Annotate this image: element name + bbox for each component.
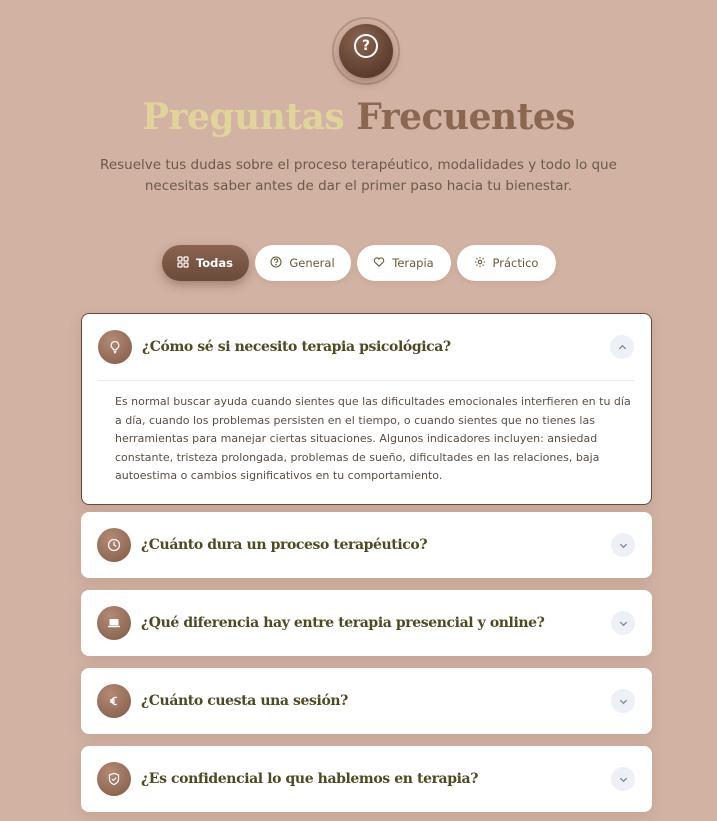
category-filters: Todas General Terapia Práctico <box>0 245 717 281</box>
laptop-icon <box>97 606 131 640</box>
filter-label: General <box>289 256 335 270</box>
chevron-down-icon[interactable] <box>611 767 635 791</box>
clock-icon <box>97 528 131 562</box>
filter-label: Todas <box>195 256 234 270</box>
filter-label: Práctico <box>492 256 539 270</box>
title-part-1: Preguntas <box>141 96 345 138</box>
chevron-down-icon[interactable] <box>611 689 635 713</box>
shield-icon <box>97 762 131 796</box>
filter-general[interactable]: General <box>254 245 351 281</box>
filter-label: Terapia <box>392 256 434 270</box>
faq-question: ¿Es confidencial lo que hablemos en tera… <box>141 771 479 787</box>
filter-terapia[interactable]: Terapia <box>356 245 451 281</box>
page-subtitle: Resuelve tus dudas sobre el proceso tera… <box>100 157 617 194</box>
lightbulb-icon <box>98 330 132 364</box>
help-circle-icon <box>270 255 282 271</box>
grid-icon <box>177 255 189 271</box>
faq-question: ¿Qué diferencia hay entre terapia presen… <box>141 615 545 631</box>
faq-question: ¿Cómo sé si necesito terapia psicológica… <box>142 339 451 355</box>
faq-question-row[interactable]: ¿Qué diferencia hay entre terapia presen… <box>81 590 652 656</box>
faq-question-row[interactable]: ¿Es confidencial lo que hablemos en tera… <box>81 746 652 812</box>
chevron-down-icon[interactable] <box>611 611 635 635</box>
gear-icon <box>474 256 486 271</box>
faq-item: ¿Es confidencial lo que hablemos en tera… <box>81 746 652 812</box>
faq-answer: Es normal buscar ayuda cuando sientes qu… <box>115 395 631 482</box>
question-icon: ? <box>339 24 393 78</box>
title-part-2: Frecuentes <box>356 96 575 138</box>
faq-item: ¿Cuánto dura un proceso terapéutico? <box>81 512 652 578</box>
faq-question: ¿Cuánto cuesta una sesión? <box>141 693 348 709</box>
question-badge: ? <box>354 34 378 58</box>
faq-question-row[interactable]: ¿Cómo sé si necesito terapia psicológica… <box>82 314 651 380</box>
faq-question-row[interactable]: ¿Cuánto dura un proceso terapéutico? <box>81 512 652 578</box>
heart-icon <box>373 256 385 271</box>
faq-question: ¿Cuánto dura un proceso terapéutico? <box>141 537 428 553</box>
filter-todas[interactable]: Todas <box>161 245 249 281</box>
filter-practico[interactable]: Práctico <box>456 245 556 281</box>
page-title: Preguntas Frecuentes <box>0 92 717 142</box>
faq-item: ¿Cuánto cuesta una sesión? <box>81 668 652 734</box>
faq-item: ¿Qué diferencia hay entre terapia presen… <box>81 590 652 656</box>
faq-question-row[interactable]: ¿Cuánto cuesta una sesión? <box>81 668 652 734</box>
hero-icon-ring: ? <box>332 17 400 85</box>
faq-item: ¿Cómo sé si necesito terapia psicológica… <box>81 313 652 505</box>
euro-icon <box>97 684 131 718</box>
chevron-up-icon[interactable] <box>610 335 634 359</box>
chevron-down-icon[interactable] <box>611 533 635 557</box>
